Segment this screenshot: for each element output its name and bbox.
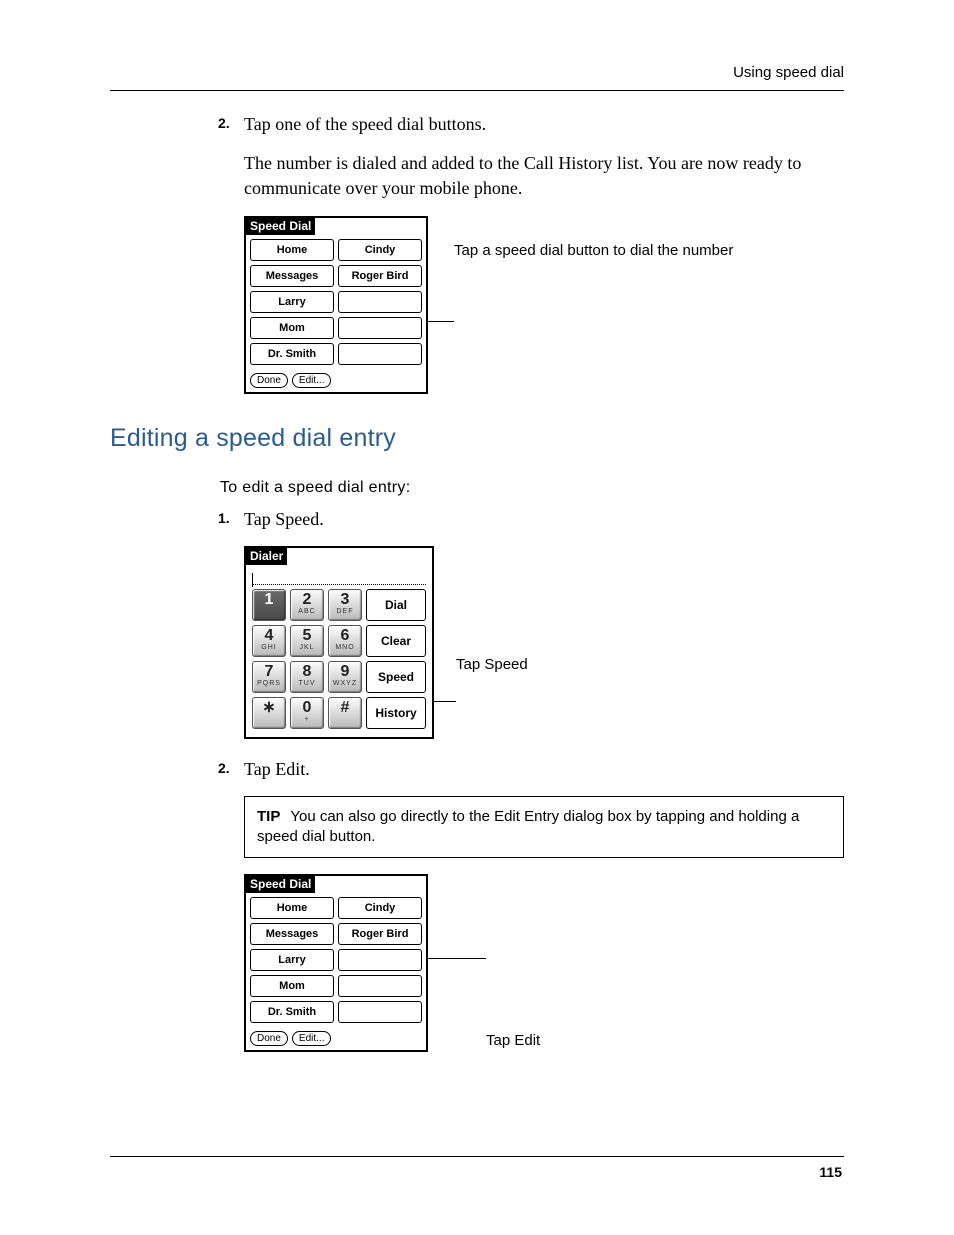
callout-text: Tap Speed — [456, 656, 528, 673]
step-1: 1. Tap Speed. — [110, 507, 844, 532]
keypad-8[interactable]: 8TUV — [290, 661, 324, 693]
done-button[interactable]: Done — [250, 1031, 288, 1046]
keypad-1[interactable]: 1 — [252, 589, 286, 621]
keypad-5[interactable]: 5JKL — [290, 625, 324, 657]
done-button[interactable]: Done — [250, 373, 288, 388]
speed-dial-screen: Speed Dial Home Cindy Messages Roger Bir… — [244, 216, 428, 394]
speed-dial-button[interactable]: Dr. Smith — [250, 343, 334, 365]
speed-dial-button[interactable]: Home — [250, 239, 334, 261]
speed-dial-button[interactable]: Larry — [250, 949, 334, 971]
speed-dial-screen: Speed Dial Home Cindy Messages Roger Bir… — [244, 874, 428, 1052]
keypad-9[interactable]: 9WXYZ — [328, 661, 362, 693]
step-followup: The number is dialed and added to the Ca… — [244, 151, 844, 201]
edit-button[interactable]: Edit... — [292, 1031, 332, 1046]
speed-button[interactable]: Speed — [366, 661, 426, 693]
speed-dial-button[interactable]: Mom — [250, 317, 334, 339]
keypad-7[interactable]: 7PQRS — [252, 661, 286, 693]
speed-dial-button[interactable] — [338, 291, 422, 313]
speed-dial-button[interactable]: Home — [250, 897, 334, 919]
speed-dial-button[interactable] — [338, 949, 422, 971]
keypad-star[interactable]: ∗ — [252, 697, 286, 729]
edit-button[interactable]: Edit... — [292, 373, 332, 388]
step-marker: 2. — [218, 759, 230, 779]
step-marker: 2. — [218, 114, 230, 134]
speed-dial-button[interactable]: Messages — [250, 265, 334, 287]
callout-text: Tap a speed dial button to dial the numb… — [454, 242, 733, 259]
tip-box: TIPYou can also go directly to the Edit … — [244, 796, 844, 859]
tip-label: TIP — [257, 808, 280, 825]
speed-dial-button[interactable] — [338, 343, 422, 365]
step-text: Tap Edit. — [244, 757, 844, 782]
keypad-6[interactable]: 6MNO — [328, 625, 362, 657]
figure-speed-dial-1: Speed Dial Home Cindy Messages Roger Bir… — [244, 216, 844, 394]
dial-button[interactable]: Dial — [366, 589, 426, 621]
speed-dial-button[interactable]: Mom — [250, 975, 334, 997]
running-head: Using speed dial — [733, 64, 844, 81]
speed-dial-button[interactable]: Cindy — [338, 897, 422, 919]
procedure-heading: To edit a speed dial entry: — [110, 479, 844, 497]
dialer-input[interactable] — [252, 569, 426, 585]
step-text: Tap Speed. — [244, 507, 844, 532]
keypad-0[interactable]: 0+ — [290, 697, 324, 729]
step-2: 2. Tap Edit. — [110, 757, 844, 782]
speed-dial-button[interactable]: Roger Bird — [338, 923, 422, 945]
keypad-2[interactable]: 2ABC — [290, 589, 324, 621]
step-marker: 1. — [218, 509, 230, 529]
keypad-3[interactable]: 3DEF — [328, 589, 362, 621]
callout-connector — [428, 958, 486, 959]
keypad-4[interactable]: 4GHI — [252, 625, 286, 657]
speed-dial-button[interactable]: Cindy — [338, 239, 422, 261]
screen-title: Speed Dial — [246, 876, 315, 893]
speed-dial-button[interactable]: Dr. Smith — [250, 1001, 334, 1023]
keypad-hash[interactable]: # — [328, 697, 362, 729]
speed-dial-button[interactable] — [338, 317, 422, 339]
screen-title: Dialer — [246, 548, 287, 565]
clear-button[interactable]: Clear — [366, 625, 426, 657]
speed-dial-button[interactable]: Larry — [250, 291, 334, 313]
page-number: 115 — [819, 1164, 842, 1180]
screen-title: Speed Dial — [246, 218, 315, 235]
dialer-screen: Dialer 1 2ABC 3DEF Dial 4GHI 5JKL 6MNO C… — [244, 546, 434, 739]
step-2-prev: 2. Tap one of the speed dial buttons. Th… — [110, 112, 844, 202]
history-button[interactable]: History — [366, 697, 426, 729]
figure-speed-dial-2: Speed Dial Home Cindy Messages Roger Bir… — [244, 874, 844, 1052]
step-text: Tap one of the speed dial buttons. — [244, 112, 844, 137]
figure-dialer: Dialer 1 2ABC 3DEF Dial 4GHI 5JKL 6MNO C… — [244, 546, 844, 739]
speed-dial-button[interactable]: Roger Bird — [338, 265, 422, 287]
speed-dial-button[interactable] — [338, 975, 422, 997]
header-rule — [110, 90, 844, 91]
speed-dial-button[interactable]: Messages — [250, 923, 334, 945]
callout-connector — [428, 321, 454, 322]
speed-dial-button[interactable] — [338, 1001, 422, 1023]
tip-text: You can also go directly to the Edit Ent… — [257, 808, 799, 845]
footer-rule — [110, 1156, 844, 1157]
callout-text: Tap Edit — [486, 1032, 540, 1049]
section-heading: Editing a speed dial entry — [110, 424, 844, 453]
page-content: 2. Tap one of the speed dial buttons. Th… — [110, 112, 844, 1052]
callout-connector — [434, 701, 456, 702]
